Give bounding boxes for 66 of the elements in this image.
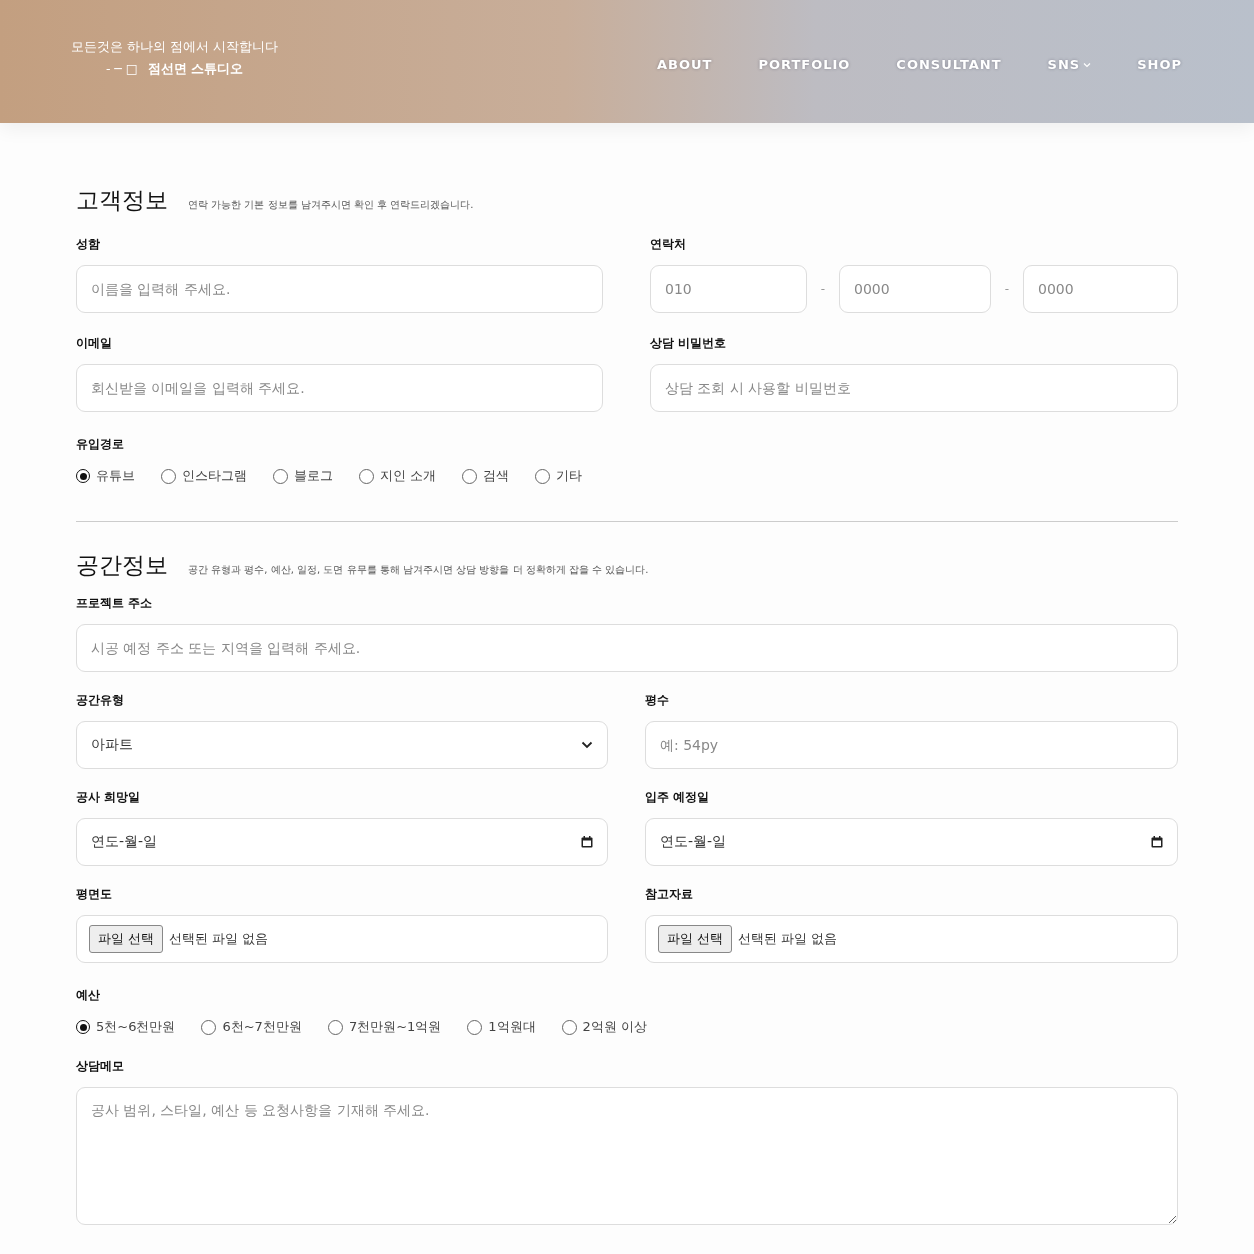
radio-button[interactable] (535, 468, 551, 484)
date-field[interactable]: 연도-월-일 (76, 818, 608, 866)
radio-button[interactable] (161, 468, 176, 484)
radio-button[interactable] (273, 468, 288, 484)
radio-label: 인스타그램 (182, 467, 247, 485)
radio-button[interactable] (76, 469, 90, 483)
choose-file-button[interactable]: 파일 선택 (89, 925, 164, 953)
phone-field[interactable]: 010 (650, 265, 807, 313)
address-field[interactable]: 시공 예정 주소 또는 지역을 입력해 주세요. (76, 624, 1178, 672)
phone-field[interactable]: 0000 (839, 265, 991, 313)
space-type-select[interactable]: 아파트 (76, 721, 608, 769)
radio-button[interactable] (76, 1020, 90, 1034)
field-label: 상담메모 (76, 1058, 125, 1075)
chevron-down-icon (1083, 61, 1092, 68)
memo-field[interactable]: 공사 범위, 스타일, 예산 등 요청사항을 기재해 주세요. (76, 1087, 1178, 1225)
field-label: 상담 비밀번호 (650, 335, 728, 352)
radio-label: 2억원 이상 (582, 1018, 647, 1036)
radio-button[interactable] (561, 1019, 577, 1035)
radio-button[interactable] (359, 468, 374, 484)
field-label: 예산 (76, 987, 101, 1004)
tagline: 모든것은 하나의 점에서 시작합니다 (71, 39, 278, 56)
radio-button[interactable] (467, 1019, 483, 1035)
logo-marks: - ─ □ (105, 61, 138, 78)
calendar-icon (581, 836, 593, 848)
radio-label: 유튜브 (96, 467, 135, 485)
radio-label: 검색 (483, 467, 510, 485)
section-description: 연락 가능한 기본 정보를 남겨주시면 확인 후 연락드리겠습니다. (188, 198, 474, 212)
field-label: 평수 (645, 692, 670, 709)
choose-file-button[interactable]: 파일 선택 (658, 925, 733, 953)
file-status: 선택된 파일 없음 (738, 930, 838, 948)
field-label: 공간유형 (76, 692, 125, 709)
radio-label: 1억원대 (488, 1018, 536, 1036)
field-label: 프로젝트 주소 (76, 595, 154, 612)
section-title: 공간정보 (76, 551, 168, 580)
radio-label: 블로그 (294, 467, 333, 485)
separator-dash: - (1003, 282, 1011, 296)
field-label: 연락처 (650, 236, 687, 253)
radio-label: 5천~6천만원 (96, 1018, 176, 1036)
password-field[interactable]: 상담 조회 시 사용할 비밀번호 (650, 364, 1178, 412)
field-label: 입주 예정일 (645, 789, 711, 806)
section-description: 공간 유형과 평수, 예산, 일정, 도면 유무를 통해 남겨주시면 상담 방향을 더 정확하게 잡을 수 있습니다. (188, 563, 649, 577)
email-field[interactable]: 회신받을 이메일을 입력해 주세요. (76, 364, 603, 412)
name-field[interactable]: 이름을 입력해 주세요. (76, 265, 603, 313)
file-field[interactable]: 파일 선택 선택된 파일 없음 (645, 915, 1178, 963)
field-label: 참고자료 (645, 886, 694, 903)
radio-label: 7천만원~1억원 (348, 1018, 442, 1036)
radio-label: 지인 소개 (380, 467, 437, 485)
radio-button[interactable] (327, 1019, 343, 1035)
field-label: 유입경로 (76, 436, 125, 453)
file-field[interactable]: 파일 선택 선택된 파일 없음 (76, 915, 608, 963)
field-label: 이메일 (76, 335, 113, 352)
chevron-down-icon (581, 741, 593, 749)
phone-field[interactable]: 0000 (1023, 265, 1178, 313)
area-field[interactable]: 예: 54py (645, 721, 1178, 769)
radio-button[interactable] (462, 468, 478, 484)
radio-label: 기타 (556, 467, 583, 485)
field-label: 공사 희망일 (76, 789, 142, 806)
calendar-icon (1151, 836, 1163, 848)
radio-button[interactable] (201, 1019, 217, 1035)
date-field[interactable]: 연도-월-일 (645, 818, 1178, 866)
field-label: 성함 (76, 236, 101, 253)
section-title: 고객정보 (76, 186, 168, 215)
field-label: 평면도 (76, 886, 113, 903)
file-status: 선택된 파일 없음 (169, 930, 269, 948)
radio-label: 6천~7천만원 (222, 1018, 302, 1036)
separator-dash: - (819, 282, 827, 296)
